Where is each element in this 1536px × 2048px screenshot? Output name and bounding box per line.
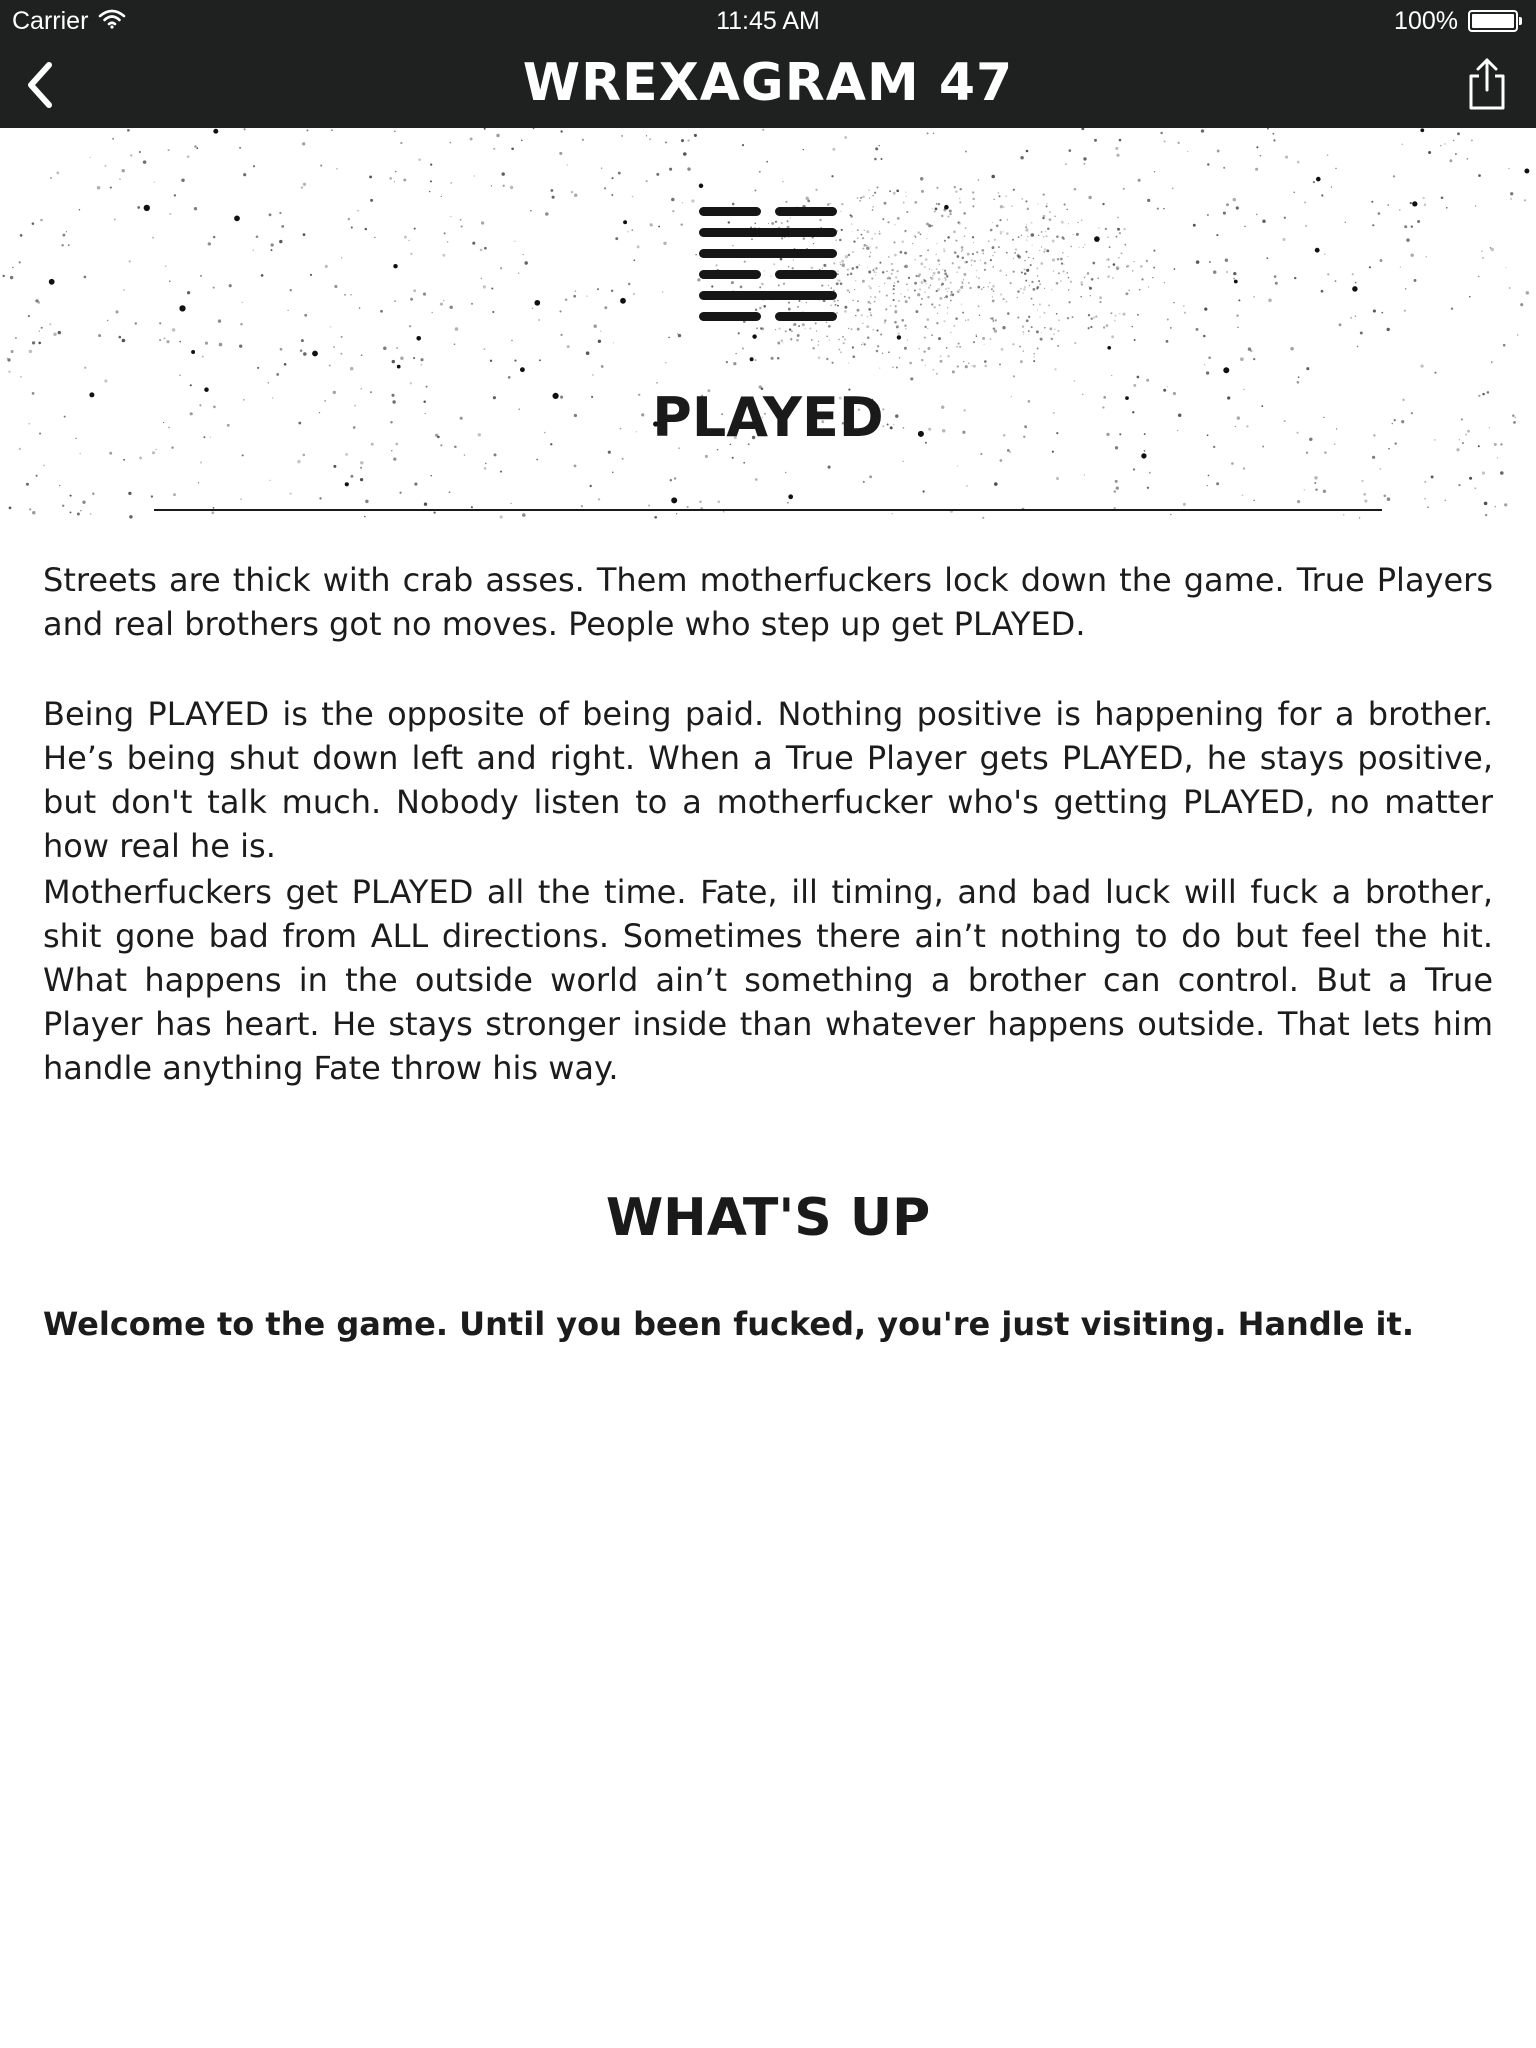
ink-speckle-texture — [2, 128, 1530, 519]
hexagram-name: PLAYED — [652, 386, 884, 449]
hexagram-icon — [699, 207, 837, 321]
divider — [154, 509, 1382, 511]
whats-up-text: Welcome to the game. Until you been fuck… — [43, 1305, 1414, 1343]
share-button[interactable] — [1458, 52, 1516, 116]
battery-icon — [1468, 10, 1522, 32]
page-title: WREXAGRAM 47 — [522, 53, 1014, 113]
status-battery: 100% — [1394, 4, 1522, 38]
body-paragraph-3: Motherfuckers get PLAYED all the time. F… — [43, 873, 1493, 1087]
whats-up-heading: WHAT'S UP — [605, 1188, 931, 1248]
body-paragraph-2: Being PLAYED is the opposite of being pa… — [43, 695, 1493, 865]
hexagram-header: PLAYED — [0, 128, 1536, 528]
share-icon — [1469, 58, 1505, 110]
body-paragraph-1: Streets are thick with crab asses. Them … — [43, 561, 1493, 643]
status-time: 11:45 AM — [716, 7, 820, 35]
battery-percentage: 100% — [1394, 7, 1458, 35]
navigation-bar: Carrier 11:45 AM 100% WREXAGRAM 47 — [0, 0, 1536, 128]
battery-level — [1472, 14, 1514, 28]
